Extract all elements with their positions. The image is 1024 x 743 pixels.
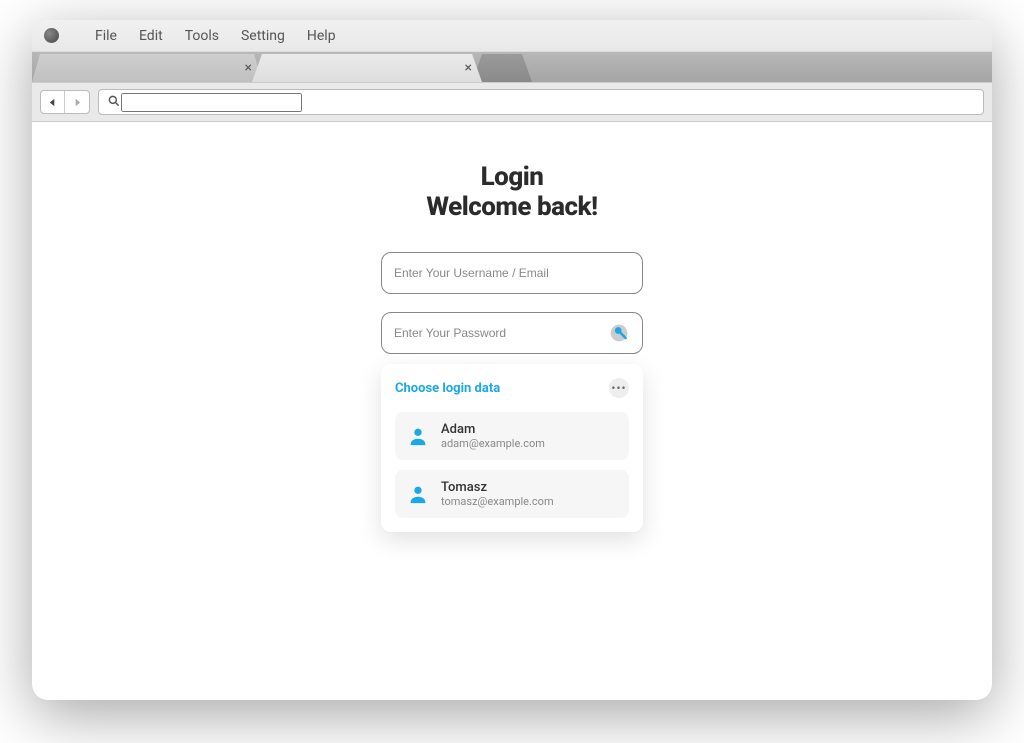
toolbar [32,82,992,122]
autofill-title: Choose login data [395,381,500,396]
window-close-dot[interactable] [44,28,59,43]
browser-tab-2-active[interactable]: × [252,54,482,82]
browser-window: File Edit Tools Setting Help × × [32,20,992,700]
autofill-text: Adam adam@example.com [441,422,545,450]
address-input[interactable] [121,93,302,112]
menubar: File Edit Tools Setting Help [32,20,992,52]
password-field-wrap [381,312,643,354]
close-icon[interactable]: × [245,60,252,76]
login-heading: Login Welcome back! [426,162,597,222]
menu-help[interactable]: Help [307,28,336,44]
username-input[interactable] [394,266,630,280]
address-bar[interactable] [98,89,984,115]
more-options-button[interactable]: ••• [609,378,629,398]
menu-tools[interactable]: Tools [185,28,219,44]
new-tab-stub[interactable] [472,54,532,82]
autofill-item-tomasz[interactable]: Tomasz tomasz@example.com [395,470,629,518]
autofill-name: Adam [441,422,545,437]
login-form: Choose login data ••• Adam adam@example.… [381,252,643,532]
autofill-name: Tomasz [441,480,554,495]
menu-edit[interactable]: Edit [139,28,163,44]
password-input[interactable] [394,326,608,340]
nav-buttons [40,90,90,114]
autofill-email: adam@example.com [441,437,545,450]
autofill-text: Tomasz tomasz@example.com [441,480,554,508]
autofill-dropdown: Choose login data ••• Adam adam@example.… [381,364,643,532]
autofill-item-adam[interactable]: Adam adam@example.com [395,412,629,460]
login-subtitle: Welcome back! [426,192,597,222]
close-icon[interactable]: × [465,60,472,76]
tab-strip: × × [32,52,992,82]
autofill-email: tomasz@example.com [441,495,554,508]
page-content: Login Welcome back! Choo [32,122,992,532]
back-button[interactable] [41,91,65,113]
ellipsis-icon: ••• [611,381,626,395]
browser-tab-1[interactable]: × [32,54,262,82]
username-field-wrap [381,252,643,294]
search-icon [107,93,121,112]
user-icon [407,483,429,505]
toggle-password-icon[interactable] [608,322,630,344]
forward-button[interactable] [65,91,89,113]
menu-file[interactable]: File [95,28,117,44]
login-title: Login [426,162,597,192]
autofill-header: Choose login data ••• [395,378,629,398]
user-icon [407,425,429,447]
menu-setting[interactable]: Setting [241,28,285,44]
